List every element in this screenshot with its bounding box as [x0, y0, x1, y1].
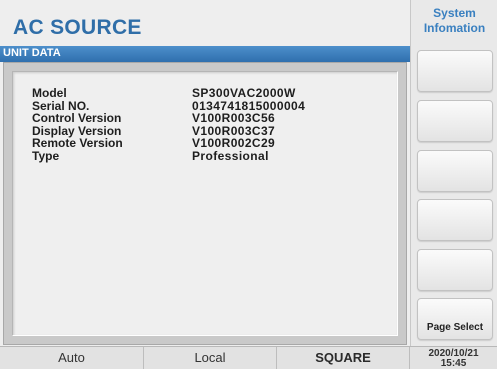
info-row-type: Type Professional [32, 148, 305, 163]
status-datetime: 2020/10/21 15:45 [410, 349, 497, 369]
info-label: Control Version [32, 111, 122, 125]
page-select-button[interactable]: Page Select [417, 298, 493, 340]
page-title: AC SOURCE [13, 16, 142, 39]
softkey-title-line1: System [433, 6, 476, 20]
status-waveform: SQUARE [277, 347, 410, 369]
info-value: Professional [192, 148, 269, 163]
unit-data-header: UNIT DATA [0, 46, 410, 62]
softkey-button-5[interactable] [417, 249, 493, 291]
status-bar: Auto Local SQUARE 2020/10/21 15:45 [0, 346, 497, 369]
status-control: Local [144, 347, 277, 369]
unit-data-panel: Model SP300VAC2000W Serial NO. 013474181… [3, 62, 407, 345]
unit-data-content: Model SP300VAC2000W Serial NO. 013474181… [12, 71, 398, 336]
status-time: 15:45 [440, 358, 467, 369]
info-row-control-version: Control Version V100R003C56 [32, 112, 305, 125]
softkey-panel: System Infomation Page Select [410, 0, 497, 346]
info-row-remote-version: Remote Version V100R002C29 [32, 137, 305, 150]
info-label: Model [32, 86, 67, 100]
unit-info-list: Model SP300VAC2000W Serial NO. 013474181… [32, 87, 305, 162]
page-select-label: Page Select [426, 322, 484, 333]
info-value: V100R003C56 [192, 111, 276, 125]
info-row-model: Model SP300VAC2000W [32, 87, 305, 100]
softkey-panel-title: System Infomation [411, 6, 497, 36]
info-label: Type [32, 148, 60, 163]
main-area: AC SOURCE UNIT DATA Model SP300VAC2000W … [0, 0, 410, 346]
softkey-button-1[interactable] [417, 50, 493, 92]
unit-data-label: UNIT DATA [3, 47, 61, 59]
softkey-button-2[interactable] [417, 100, 493, 142]
info-label: Remote Version [32, 136, 123, 150]
ac-source-screen: AC SOURCE UNIT DATA Model SP300VAC2000W … [0, 0, 497, 369]
info-value: SP300VAC2000W [192, 86, 296, 100]
softkey-button-3[interactable] [417, 150, 493, 192]
info-value: V100R002C29 [192, 136, 276, 150]
softkey-title-line2: Infomation [423, 21, 486, 35]
status-mode: Auto [0, 347, 144, 369]
softkey-button-4[interactable] [417, 199, 493, 241]
